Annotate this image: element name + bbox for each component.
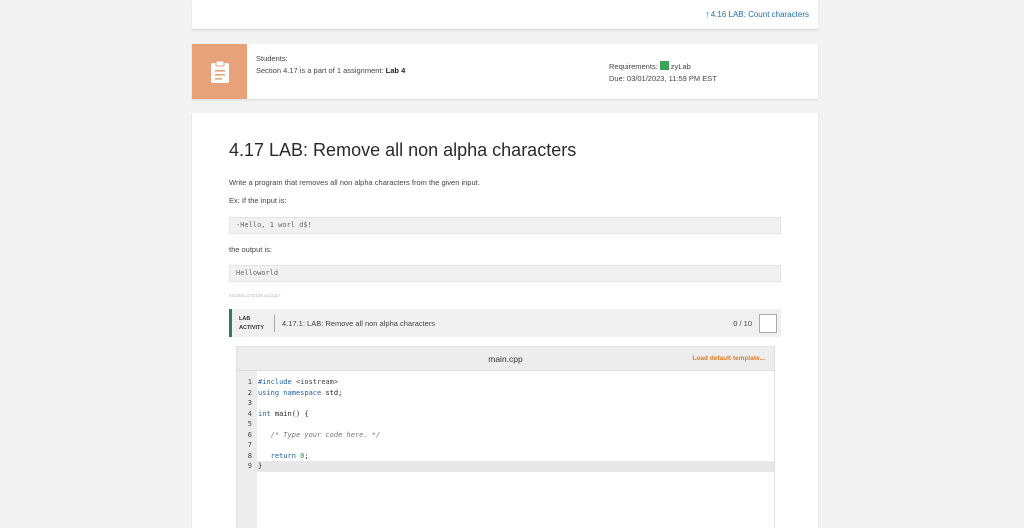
lab-activity-label: LAB ACTIVITY [239, 316, 265, 331]
assignment-link[interactable]: Lab 4 [386, 66, 406, 75]
code-line: 9} [237, 461, 774, 472]
activity-title: 4.17.1: LAB: Remove all non alpha charac… [282, 319, 436, 328]
example-intro: Ex: If the input is: [229, 196, 287, 205]
lab-description: Write a program that removes all non alp… [229, 178, 480, 187]
page-title: 4.17 LAB: Remove all non alpha character… [229, 140, 577, 160]
activity-id: 451058.2170135.qx3zqy7 [229, 293, 281, 298]
code-area[interactable]: 1 #include <iostream> 2 using namespace st… [237, 377, 774, 472]
divider [274, 315, 275, 332]
students-label: Students: [256, 54, 288, 63]
requirements-line: Requirements: zyLab [609, 61, 691, 71]
code-line: 6 /* Type your code here. */ [247, 430, 381, 439]
code-editor[interactable]: main.cpp Load default template... 1 #incl… [236, 346, 775, 528]
section-line: Section 4.17 is a part of 1 assignment: … [256, 66, 406, 75]
lab-content-card: 4.17 LAB: Remove all non alpha character… [192, 113, 818, 528]
previous-section-link[interactable]: ↑4.16 LAB: Count characters [705, 9, 809, 19]
previous-section-bar: ↑4.16 LAB: Count characters [192, 0, 818, 30]
arrow-up-icon: ↑ [705, 9, 710, 19]
completion-box [759, 314, 777, 333]
editor-header: main.cpp Load default template... [237, 347, 774, 371]
due-date: Due: 03/01/2023, 11:59 PM EST [609, 74, 717, 83]
code-line: 2 using namespace std; [247, 388, 343, 397]
load-default-template-link[interactable]: Load default template... [692, 355, 765, 362]
code-line: 4 int main() { [247, 409, 309, 418]
code-line: 3 [247, 399, 252, 407]
code-line: 5 [247, 420, 252, 428]
lab-activity-header: LAB ACTIVITY 4.17.1: LAB: Remove all non… [229, 309, 781, 337]
assignment-info-card: Students: Section 4.17 is a part of 1 as… [192, 44, 818, 99]
code-line: 8 return 0; [247, 451, 309, 460]
code-line: 7 [247, 441, 252, 449]
example-input: -Hello, 1 worl d$! [229, 217, 781, 234]
zylab-icon [659, 61, 669, 70]
code-line: 1 #include <iostream> [247, 378, 339, 386]
requirements: Requirements: zyLab Due: 03/01/2023, 11:5… [609, 61, 717, 85]
assignment-text: Students: Section 4.17 is a part of 1 as… [256, 53, 405, 77]
clipboard-icon-box [192, 44, 247, 99]
clipboard-icon [210, 60, 229, 83]
score: 0 / 10 [733, 319, 752, 328]
output-intro: the output is: [229, 245, 272, 254]
example-output: Helloworld [229, 265, 781, 282]
